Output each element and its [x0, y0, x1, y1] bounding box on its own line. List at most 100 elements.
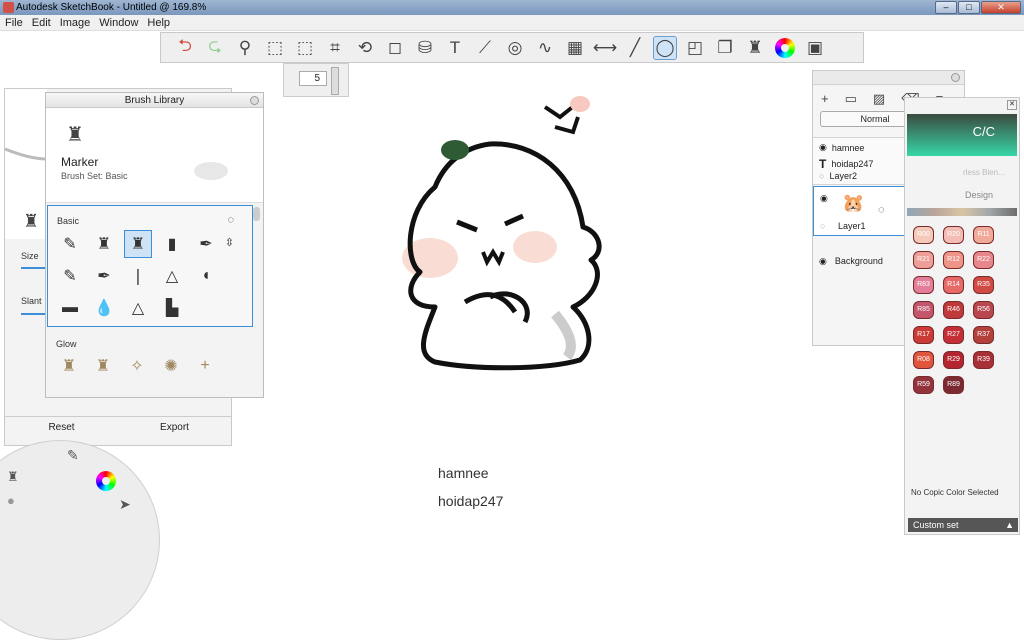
reorder-icon[interactable]: ⇳	[225, 236, 234, 249]
eraser-hard-icon[interactable]: ◖	[192, 262, 220, 290]
copic-swatch-r39[interactable]: R39	[973, 351, 994, 369]
pen-brush-icon[interactable]: ✒	[192, 230, 220, 258]
size-slider[interactable]	[21, 267, 47, 269]
copic-swatch-r56[interactable]: R56	[973, 301, 994, 319]
select-icon[interactable]: ⬚	[263, 36, 287, 60]
copic-swatch-r89[interactable]: R89	[943, 376, 964, 394]
close-icon[interactable]: ✕	[1007, 100, 1017, 110]
smear-brush-icon[interactable]: △	[158, 262, 186, 290]
brush-size-slider[interactable]	[331, 67, 339, 95]
maximize-button[interactable]: □	[958, 1, 980, 14]
lock-icon[interactable]: ○	[820, 221, 825, 231]
glow-sparkle-icon[interactable]: +	[191, 353, 219, 379]
copic-swatch-r59[interactable]: R59	[913, 376, 934, 394]
copic-swatch-r22[interactable]: R22	[973, 251, 994, 269]
water-drop-icon[interactable]: 💧	[90, 294, 118, 322]
visibility-icon[interactable]: ○	[819, 171, 824, 181]
french-curve-icon[interactable]: ∿	[533, 36, 557, 60]
shape-icon[interactable]: ◰	[683, 36, 707, 60]
close-button[interactable]: ✕	[981, 1, 1021, 14]
color-wheel-icon[interactable]	[96, 471, 116, 491]
slant-slider[interactable]	[21, 313, 47, 315]
panel-close-icon[interactable]	[951, 73, 960, 82]
add-layer-icon[interactable]: +	[821, 91, 829, 109]
eraser-soft-icon[interactable]: ▬	[56, 294, 84, 322]
copic-swatch-r20[interactable]: R20	[943, 226, 964, 244]
fill-icon[interactable]: ⛁	[413, 36, 437, 60]
settings-icon[interactable]: ◌	[227, 214, 234, 226]
menu-window[interactable]: Window	[99, 15, 138, 30]
crop-icon[interactable]: ⌗	[323, 36, 347, 60]
visibility-icon[interactable]: ◉	[819, 142, 827, 153]
color-wheel-icon[interactable]	[773, 36, 797, 60]
distort-icon[interactable]: ◻	[383, 36, 407, 60]
reset-button[interactable]: Reset	[5, 417, 118, 438]
menu-help[interactable]: Help	[147, 15, 170, 30]
add-group-icon[interactable]: ▭	[845, 91, 857, 109]
select-arrow-icon[interactable]: ➤	[119, 496, 131, 513]
copic-swatch-r46[interactable]: R46	[943, 301, 964, 319]
copic-library-icon[interactable]: ▣	[803, 36, 827, 60]
menu-file[interactable]: File	[5, 15, 23, 30]
export-button[interactable]: Export	[118, 417, 231, 438]
ellipse-guide-icon[interactable]: ◎	[503, 36, 527, 60]
copic-swatch-r29[interactable]: R29	[943, 351, 964, 369]
brushes-icon[interactable]: ♜	[743, 36, 767, 60]
brush-icon[interactable]: ✎	[67, 447, 79, 464]
copic-swatch-r08[interactable]: R08	[913, 351, 934, 369]
fineliner-brush-icon[interactable]: ❘	[124, 262, 152, 290]
chisel-brush-icon[interactable]: ▮	[158, 230, 186, 258]
blur-brush-icon[interactable]: △	[124, 294, 152, 322]
transform-icon[interactable]: ⟲	[353, 36, 377, 60]
panel-footer: Reset Export	[5, 416, 231, 438]
menu-edit[interactable]: Edit	[32, 15, 51, 30]
text-icon[interactable]: T	[443, 36, 467, 60]
minimize-button[interactable]: –	[935, 1, 957, 14]
texture-brush-icon[interactable]: ▙	[158, 294, 186, 322]
add-image-icon[interactable]: ▨	[873, 91, 885, 109]
perspective-icon[interactable]: ▦	[563, 36, 587, 60]
copic-swatch-r12[interactable]: R12	[943, 251, 964, 269]
copic-swatch-r37[interactable]: R37	[973, 326, 994, 344]
copic-swatch-r35[interactable]: R35	[973, 276, 994, 294]
glow-marker-icon[interactable]: ♜	[55, 353, 83, 379]
copic-swatch-r27[interactable]: R27	[943, 326, 964, 344]
copic-swatch-r14[interactable]: R14	[943, 276, 964, 294]
copic-swatch-r21[interactable]: R21	[913, 251, 934, 269]
custom-set-bar[interactable]: Custom set ▲	[908, 518, 1018, 532]
line-icon[interactable]: ╱	[623, 36, 647, 60]
copic-swatch-r85[interactable]: R85	[913, 301, 934, 319]
visibility-icon[interactable]: ◉	[820, 193, 828, 204]
expand-icon[interactable]: ▲	[1005, 518, 1014, 532]
ruler-icon[interactable]: ⟋	[473, 36, 497, 60]
marker-brush-icon[interactable]: ♜	[124, 230, 152, 258]
brush-library-scrollbar[interactable]	[253, 207, 260, 221]
copic-swatch-r83[interactable]: R83	[913, 276, 934, 294]
ballpoint-brush-icon[interactable]: ✎	[56, 262, 84, 290]
lasso-select-icon[interactable]: ⬚	[293, 36, 317, 60]
dot-icon[interactable]: ●	[7, 493, 15, 508]
pencil-brush-icon[interactable]: ✎	[56, 230, 84, 258]
undo-icon[interactable]: ⮌	[173, 36, 197, 60]
marker-icon[interactable]: ♜	[7, 469, 19, 485]
menu-image[interactable]: Image	[60, 15, 91, 30]
copic-swatch-r11[interactable]: R11	[973, 226, 994, 244]
layers-icon[interactable]: ❐	[713, 36, 737, 60]
copic-swatch-r17[interactable]: R17	[913, 326, 934, 344]
symmetry-icon[interactable]: ⟷	[593, 36, 617, 60]
tab-design[interactable]: Design	[965, 190, 993, 200]
ink-brush-icon[interactable]: ✒	[90, 262, 118, 290]
airbrush-icon[interactable]: ♜	[90, 230, 118, 258]
glow-scatter-icon[interactable]: ✺	[157, 353, 185, 379]
lagoon-menu[interactable]: ➤ ✎ ♜ ●	[0, 440, 160, 640]
glow-airbrush-icon[interactable]: ♜	[89, 353, 117, 379]
ellipse-icon[interactable]: ◯	[653, 35, 677, 60]
glow-scribble-icon[interactable]: ✧	[123, 353, 151, 379]
color-family-strip[interactable]	[907, 208, 1017, 216]
brush-size-field[interactable]: 5	[299, 71, 327, 86]
panel-close-icon[interactable]	[250, 96, 259, 105]
copic-swatch-r00[interactable]: R00	[913, 226, 934, 244]
zoom-icon[interactable]: ⚲	[233, 36, 257, 60]
redo-icon[interactable]: ⮎	[203, 36, 227, 60]
visibility-icon[interactable]: ◉	[819, 256, 827, 267]
